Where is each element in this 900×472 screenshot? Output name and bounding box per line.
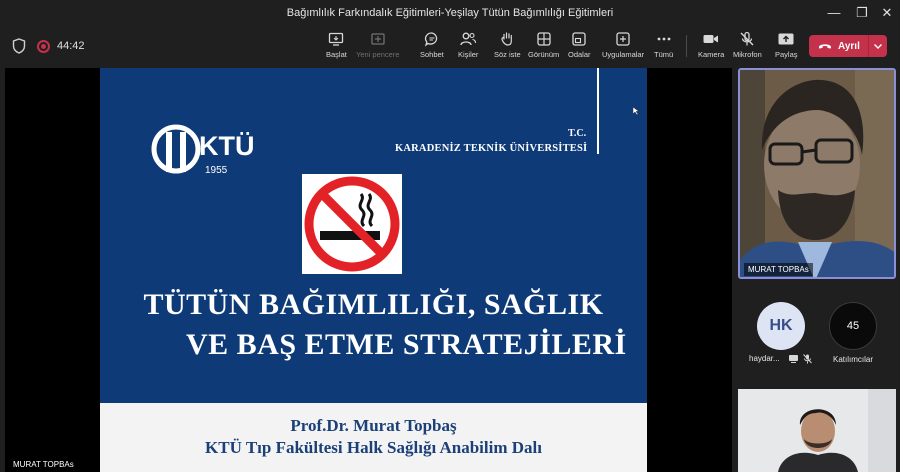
title-bar: Bağımlılık Farkındalık Eğitimleri-Yeşila… bbox=[0, 0, 900, 26]
people-button[interactable]: Kişiler bbox=[458, 31, 478, 63]
slide-vertical-line bbox=[597, 68, 599, 154]
participants-count-button[interactable]: 45 bbox=[829, 302, 877, 350]
close-button[interactable]: ✕ bbox=[874, 3, 900, 23]
apps-label: Uygulamalar bbox=[602, 50, 645, 59]
participant-video-tile[interactable] bbox=[738, 389, 896, 472]
rooms-label: Odalar bbox=[568, 50, 591, 59]
participants-count: 45 bbox=[846, 320, 860, 332]
new-window-icon bbox=[369, 31, 387, 47]
participant-video-frame bbox=[738, 389, 896, 472]
logo-year: 1955 bbox=[205, 165, 228, 176]
more-icon bbox=[655, 31, 673, 47]
meeting-info: 44:42 bbox=[12, 38, 85, 54]
mouse-cursor-icon bbox=[633, 107, 639, 115]
participants-label: Katılımcılar bbox=[833, 355, 874, 364]
logo-text: KTÜ bbox=[199, 131, 255, 161]
chat-icon bbox=[423, 31, 441, 47]
apps-button[interactable]: Uygulamalar bbox=[602, 31, 644, 63]
speaker-video-frame bbox=[740, 70, 894, 277]
leave-separator bbox=[868, 35, 869, 57]
speaker-name-tag: MURAT TOPBAs bbox=[744, 263, 813, 276]
meeting-toolbar: 44:42 Başlat Yeni pencere Sohbet Kişiler… bbox=[0, 26, 900, 66]
camera-button[interactable]: Kamera bbox=[698, 31, 724, 63]
camera-label: Kamera bbox=[698, 50, 725, 59]
no-smoking-icon bbox=[304, 176, 400, 272]
camera-icon bbox=[702, 31, 720, 47]
microphone-button[interactable]: Mikrofon bbox=[733, 31, 762, 63]
start-share-label: Başlat bbox=[326, 50, 347, 59]
screen-share-status-icon bbox=[789, 355, 798, 363]
more-button[interactable]: Tümü bbox=[654, 31, 673, 63]
meeting-stage: KTÜ 1955 T.C. KARADENİZ TEKNİK ÜNİVERSİT… bbox=[0, 66, 900, 472]
mic-off-icon bbox=[738, 31, 756, 47]
share-icon bbox=[777, 31, 795, 47]
mic-off-icon bbox=[803, 354, 812, 364]
presentation-slide: KTÜ 1955 T.C. KARADENİZ TEKNİK ÜNİVERSİT… bbox=[100, 68, 647, 472]
chevron-down-icon[interactable] bbox=[871, 38, 885, 54]
leave-button[interactable]: Ayrıl bbox=[809, 35, 887, 57]
slide-department: KTÜ Tıp Fakültesi Halk Sağlığı Anabilim … bbox=[205, 438, 542, 457]
raise-hand-icon bbox=[498, 31, 516, 47]
more-label: Tümü bbox=[654, 50, 674, 59]
toolbar-divider bbox=[686, 35, 687, 57]
chat-button[interactable]: Sohbet bbox=[420, 31, 444, 63]
view-label: Görünüm bbox=[528, 50, 560, 59]
meeting-timer: 44:42 bbox=[57, 40, 85, 52]
shared-screen[interactable]: KTÜ 1955 T.C. KARADENİZ TEKNİK ÜNİVERSİT… bbox=[5, 68, 732, 472]
slide-author: Prof.Dr. Murat Topbaş bbox=[290, 416, 457, 435]
participant-avatar-hk[interactable]: HK bbox=[757, 302, 805, 350]
share-label: Paylaş bbox=[775, 50, 798, 59]
maximize-button[interactable]: ❐ bbox=[849, 3, 875, 23]
leave-label: Ayrıl bbox=[838, 40, 860, 52]
new-window-button: Yeni pencere bbox=[356, 31, 400, 63]
raise-hand-button[interactable]: Söz iste bbox=[494, 31, 521, 63]
slide-title-line1: TÜTÜN BAĞIMLILIĞI, SAĞLIK bbox=[143, 288, 604, 321]
microphone-label: Mikrofon bbox=[733, 50, 762, 59]
share-button[interactable]: Paylaş bbox=[775, 31, 798, 63]
no-smoking-sign bbox=[302, 174, 402, 274]
slide-title-line2: VE BAŞ ETME STRATEJİLERİ bbox=[186, 328, 627, 361]
start-share-icon bbox=[327, 31, 345, 47]
minimize-button[interactable]: — bbox=[821, 3, 847, 23]
shield-icon[interactable] bbox=[12, 38, 26, 54]
view-icon bbox=[535, 31, 553, 47]
avatar-initials: HK bbox=[769, 317, 793, 334]
people-label: Kişiler bbox=[458, 50, 479, 59]
people-icon bbox=[459, 31, 477, 47]
rooms-button[interactable]: Odalar bbox=[568, 31, 591, 63]
university-name: KARADENİZ TEKNİK ÜNİVERSİTESİ bbox=[395, 143, 588, 154]
presenter-name: MURAT TOPBAs bbox=[13, 460, 74, 469]
ktu-logo: KTÜ 1955 bbox=[151, 124, 255, 176]
recording-icon bbox=[37, 39, 50, 53]
window-title: Bağımlılık Farkındalık Eğitimleri-Yeşila… bbox=[286, 7, 614, 19]
phone-hangup-icon bbox=[819, 44, 831, 49]
participant-name-hk: haydar... bbox=[749, 354, 780, 363]
rooms-icon bbox=[570, 31, 588, 47]
start-share-button[interactable]: Başlat bbox=[326, 31, 347, 63]
speaker-video-tile[interactable]: MURAT TOPBAs bbox=[738, 68, 896, 279]
view-button[interactable]: Görünüm bbox=[528, 31, 559, 63]
raise-hand-label: Söz iste bbox=[494, 50, 521, 59]
new-window-label: Yeni pencere bbox=[356, 50, 400, 59]
tc-label: T.C. bbox=[568, 128, 587, 139]
apps-icon bbox=[614, 31, 632, 47]
chat-label: Sohbet bbox=[420, 50, 444, 59]
